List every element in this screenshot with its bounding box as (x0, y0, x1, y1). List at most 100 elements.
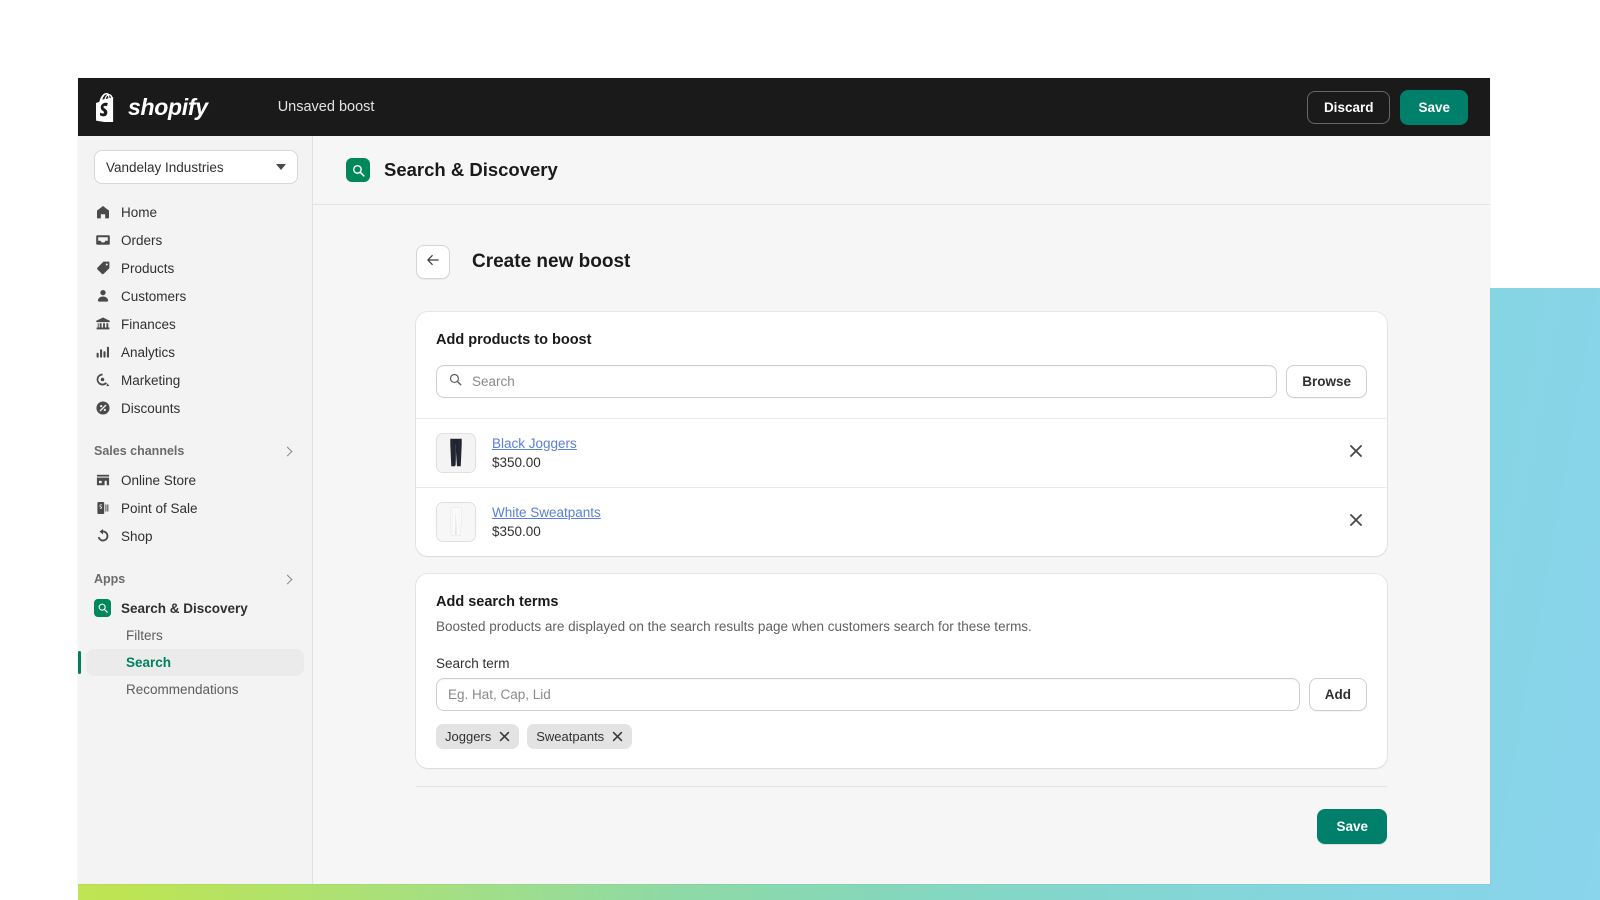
sidebar-section-label: Sales channels (94, 444, 185, 458)
product-price: $350.00 (492, 455, 541, 470)
app-header: Search & Discovery (313, 136, 1490, 205)
sidebar-item-label: Shop (121, 528, 153, 544)
close-icon (1349, 513, 1363, 532)
megaphone-target-icon (94, 372, 111, 389)
sidebar-item-point-of-sale[interactable]: Point of Sale (86, 494, 304, 522)
sidebar-item-label: Discounts (121, 400, 181, 416)
sidebar-item-orders[interactable]: Orders (86, 226, 304, 254)
sidebar-item-label: Finances (121, 316, 176, 332)
shopify-logo[interactable]: shopify (96, 92, 208, 122)
close-icon[interactable] (612, 731, 623, 742)
bar-chart-icon (94, 344, 111, 361)
search-term-tag: Joggers (436, 724, 520, 749)
search-term-input[interactable]: Eg. Hat, Cap, Lid (436, 678, 1300, 711)
sidebar-item-label: Point of Sale (121, 500, 198, 516)
add-products-card: Add products to boost Search Browse Blac… (416, 312, 1387, 556)
bank-icon (94, 316, 111, 333)
product-search-row: Search Browse (416, 348, 1387, 398)
page-footer: Save (416, 786, 1387, 844)
top-bar: shopify Unsaved boost Discard Save (78, 78, 1490, 136)
sidebar-section-label: Apps (94, 572, 126, 586)
sidebar-item-shop[interactable]: Shop (86, 522, 304, 550)
main-content: Search & Discovery Create new boost Add … (313, 136, 1490, 884)
sidebar-item-label: Customers (121, 288, 187, 304)
product-search-placeholder: Search (472, 374, 515, 389)
sidebar-item-search-and-discovery[interactable]: Search & Discovery (86, 594, 304, 622)
sidebar-item-label: Analytics (121, 344, 176, 360)
shopify-wordmark: shopify (128, 93, 208, 120)
black-joggers-thumbnail (436, 433, 476, 473)
browse-button[interactable]: Browse (1286, 365, 1367, 398)
customer-person-icon (94, 288, 111, 305)
sidebar-item-label: Home (121, 204, 158, 220)
sidebar-section-apps[interactable]: Apps (86, 566, 304, 592)
sidebar-item-label: Search & Discovery (121, 600, 248, 616)
save-button-footer[interactable]: Save (1317, 809, 1387, 844)
sidebar-subitem-label: Search (126, 655, 172, 670)
sidebar-item-finances[interactable]: Finances (86, 310, 304, 338)
sidebar-item-label: Orders (121, 232, 163, 248)
page-header: Create new boost (313, 245, 1490, 279)
search-term-placeholder: Eg. Hat, Cap, Lid (448, 687, 551, 702)
top-bar-actions: Discard Save (1306, 89, 1468, 125)
sidebar-item-analytics[interactable]: Analytics (86, 338, 304, 366)
close-icon (1349, 444, 1363, 463)
shopify-admin-window: shopify Unsaved boost Discard Save Vande… (78, 78, 1490, 884)
sidebar-item-label: Products (121, 260, 175, 276)
search-discovery-icon (346, 158, 370, 182)
shopify-bag-icon (96, 92, 122, 122)
search-discovery-icon (94, 599, 111, 617)
sidebar-item-label: Marketing (121, 372, 181, 388)
sidebar-section-sales-channels[interactable]: Sales channels (86, 438, 304, 464)
sidebar-subitem-label: Recommendations (126, 682, 239, 697)
product-name-link[interactable]: Black Joggers (492, 436, 577, 451)
add-term-button[interactable]: Add (1308, 678, 1367, 711)
arrow-left-icon (425, 252, 441, 273)
search-term-row: Eg. Hat, Cap, Lid Add (416, 671, 1387, 711)
sidebar-item-online-store[interactable]: Online Store (86, 466, 304, 494)
primary-nav: Home Orders Products Customers Finances … (78, 194, 312, 703)
sidebar-item-products[interactable]: Products (86, 254, 304, 282)
close-icon[interactable] (499, 731, 510, 742)
product-name-link[interactable]: White Sweatpants (492, 505, 601, 520)
product-info: White Sweatpants $350.00 (492, 505, 601, 539)
sidebar-item-filters[interactable]: Filters (86, 622, 304, 649)
shop-icon (94, 528, 111, 545)
sidebar-item-label: Online Store (121, 472, 197, 488)
search-term-tag: Sweatpants (527, 724, 633, 749)
remove-product-button[interactable] (1345, 511, 1367, 533)
app-title: Search & Discovery (384, 159, 558, 180)
discount-percent-icon (94, 400, 111, 417)
point-of-sale-icon (94, 500, 111, 517)
back-button[interactable] (416, 245, 450, 279)
sidebar-item-search[interactable]: Search (78, 649, 304, 676)
tag-label: Sweatpants (536, 729, 605, 744)
chevron-right-icon (282, 446, 293, 456)
storefront-icon (94, 472, 111, 489)
sidebar-subitem-label: Filters (126, 628, 163, 643)
sidebar-item-recommendations[interactable]: Recommendations (86, 676, 304, 703)
tag-label: Joggers (445, 729, 492, 744)
sidebar: Vandelay Industries Home Orders Products… (78, 136, 313, 884)
discard-button[interactable]: Discard (1306, 90, 1391, 124)
sidebar-item-discounts[interactable]: Discounts (86, 394, 304, 422)
page-body: Create new boost Add products to boost S… (313, 205, 1490, 844)
product-search-input[interactable]: Search (436, 365, 1278, 398)
sidebar-item-customers[interactable]: Customers (86, 282, 304, 310)
remove-product-button[interactable] (1345, 442, 1367, 464)
selected-indicator-bar (78, 651, 81, 674)
sidebar-item-home[interactable]: Home (86, 198, 304, 226)
backdrop-left-mask (0, 288, 78, 900)
card-title: Add products to boost (436, 332, 592, 348)
page-title: Create new boost (472, 251, 631, 272)
search-icon (448, 372, 463, 392)
save-button-topbar[interactable]: Save (1400, 89, 1468, 125)
search-term-tags: Joggers Sweatpants (416, 711, 1387, 768)
add-search-terms-card: Add search terms Boosted products are di… (416, 574, 1387, 768)
store-switcher[interactable]: Vandelay Industries (94, 150, 298, 184)
card-description: Boosted products are displayed on the se… (436, 619, 1032, 634)
sidebar-item-marketing[interactable]: Marketing (86, 366, 304, 394)
chevron-right-icon (282, 574, 293, 584)
unsaved-state-title: Unsaved boost (277, 99, 375, 115)
product-row: White Sweatpants $350.00 (416, 487, 1387, 556)
